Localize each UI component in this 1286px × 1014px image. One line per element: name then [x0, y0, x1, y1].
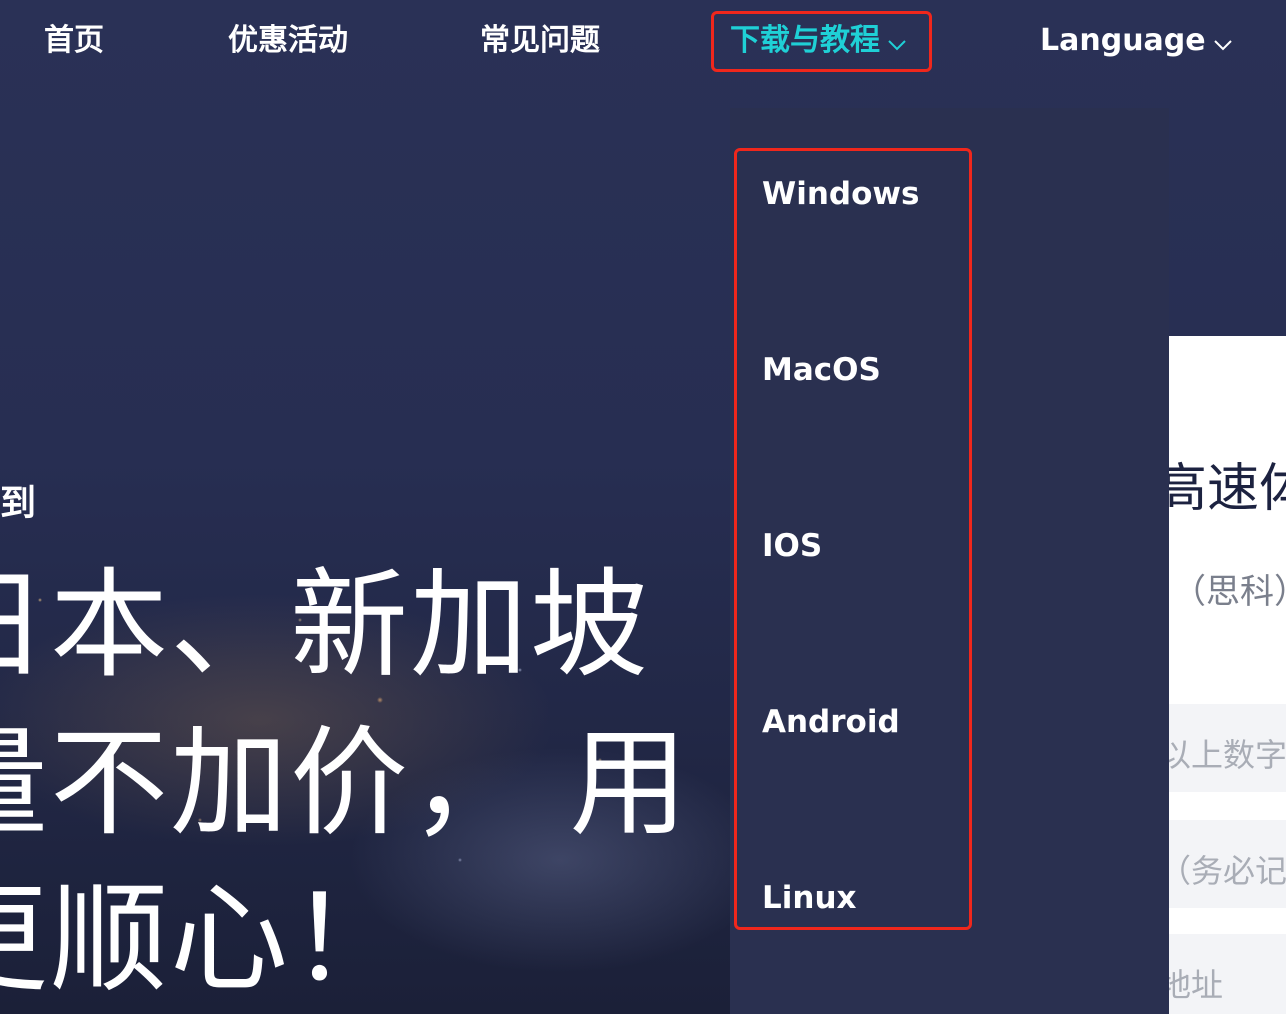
nav-language[interactable]: Language — [1040, 18, 1232, 64]
dropdown-item-android[interactable]: Android — [762, 704, 900, 740]
email-input[interactable]: 地址 — [1169, 934, 1286, 1014]
chevron-down-icon — [888, 19, 906, 65]
panel-subtitle: ）（思科） — [1169, 572, 1286, 612]
account-input[interactable]: 以上数字 — [1169, 704, 1286, 792]
account-input-placeholder: 以上数字 — [1169, 736, 1286, 774]
nav-promotions[interactable]: 优惠活动 — [228, 18, 348, 64]
password-input[interactable]: （务必记住 — [1169, 820, 1286, 908]
panel-title: 高速体 — [1169, 459, 1286, 519]
hero-headline-line1: 日本、新加坡 — [0, 556, 651, 694]
top-nav: 首页 优惠活动 常见问题 下载与教程 Language — [0, 0, 1286, 84]
password-input-placeholder: （务必记住 — [1169, 852, 1286, 890]
nav-download-label: 下载与教程 — [730, 23, 880, 58]
nav-language-label: Language — [1040, 23, 1206, 58]
nav-faq[interactable]: 常见问题 — [480, 18, 600, 64]
dropdown-item-ios[interactable]: IOS — [762, 528, 822, 564]
nav-download[interactable]: 下载与教程 — [730, 18, 906, 64]
dropdown-item-macos[interactable]: MacOS — [762, 352, 881, 388]
download-dropdown-menu: Windows MacOS IOS Android Linux — [730, 108, 1169, 1014]
hero-headline-line3: 更顺心！ — [0, 870, 411, 1008]
chevron-down-icon — [1213, 19, 1232, 65]
nav-home[interactable]: 首页 — [44, 18, 104, 64]
dropdown-item-windows[interactable]: Windows — [762, 176, 919, 212]
hero-headline-line2: 量不加价， 用 — [0, 714, 690, 852]
email-input-placeholder: 地址 — [1169, 966, 1224, 1004]
dropdown-item-linux[interactable]: Linux — [762, 880, 857, 916]
hero-subtitle: 到 — [0, 483, 37, 524]
signup-panel: 高速体 ）（思科） 以上数字 （务必记住 地址 — [1169, 336, 1286, 1014]
page: 到 日本、新加坡 量不加价， 用 更顺心！ 高速体 ）（思科） 以上数字 （务必… — [0, 0, 1286, 1014]
